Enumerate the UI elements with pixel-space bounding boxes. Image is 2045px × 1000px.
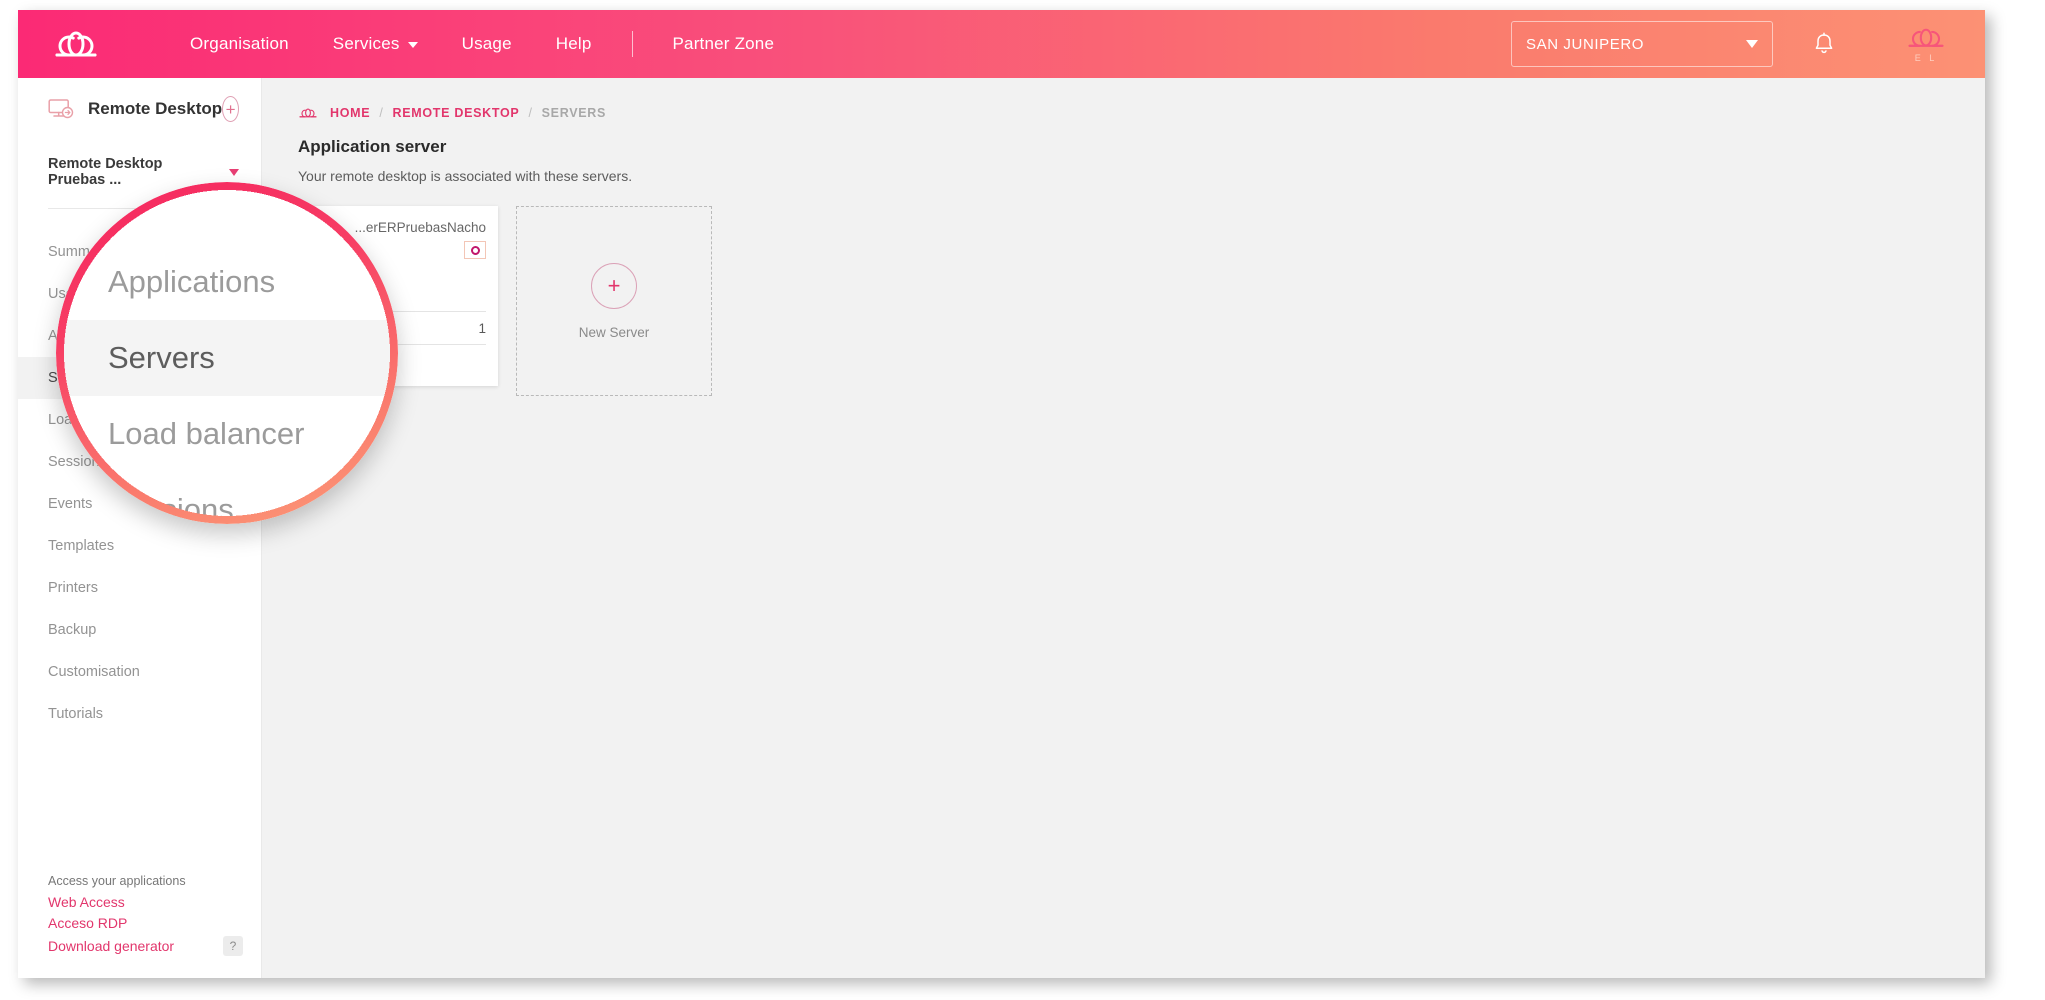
sidebar-link-download-generator[interactable]: Download generator [48, 938, 174, 954]
sidebar-item-label: Customisation [48, 664, 140, 680]
breadcrumb-remote-desktop[interactable]: REMOTE DESKTOP [393, 106, 520, 120]
sidebar-title: Remote Desktop [88, 99, 223, 118]
main-content: HOME / REMOTE DESKTOP / SERVERS Applicat… [262, 78, 1985, 978]
help-badge-icon[interactable]: ? [223, 936, 243, 956]
organisation-selector-value: SAN JUNIPERO [1526, 35, 1645, 53]
cloud-icon [298, 107, 318, 120]
partner-corner-logo: E L [1885, 18, 1967, 70]
nav-label: Help [555, 34, 592, 53]
nav-item-help[interactable]: Help [534, 28, 614, 60]
sidebar-footer-last-row: Download generator ? [48, 936, 243, 956]
sidebar-link-web-access[interactable]: Web Access [48, 894, 243, 910]
magnifier-content: Applications Servers Load balancer Sessions [56, 182, 398, 524]
breadcrumb: HOME / REMOTE DESKTOP / SERVERS [298, 106, 1985, 120]
new-server-label: New Server [578, 324, 650, 340]
nav-label: Organisation [190, 34, 289, 53]
page-title: Application server [298, 137, 447, 156]
top-navigation-bar: Organisation Services Usage Help Partner… [18, 10, 1985, 78]
nav-label: Usage [461, 34, 512, 53]
sidebar-link-acceso-rdp[interactable]: Acceso RDP [48, 915, 243, 931]
chevron-down-icon [407, 42, 418, 48]
plus-icon: + [225, 99, 236, 119]
nav-divider [631, 31, 633, 57]
new-server-card[interactable]: + New Server [516, 206, 712, 396]
sidebar-item-label: Printers [48, 580, 98, 596]
workspace-selector-value: Remote Desktop Pruebas ... [48, 156, 163, 188]
organisation-selector[interactable]: SAN JUNIPERO [1511, 21, 1773, 67]
magnifier-item-load-balancer[interactable]: Load balancer [56, 396, 398, 472]
sidebar-item-customisation[interactable]: Customisation [18, 651, 261, 693]
sidebar-header: Remote Desktop + [18, 78, 261, 140]
breadcrumb-separator: / [379, 106, 384, 120]
breadcrumb-servers: SERVERS [541, 106, 607, 120]
cloud-logo-icon[interactable] [48, 24, 104, 64]
add-remote-desktop-button[interactable]: + [222, 96, 239, 122]
sidebar-item-printers[interactable]: Printers [18, 567, 261, 609]
sidebar-item-backup[interactable]: Backup [18, 609, 261, 651]
magnifier-item-label: Load balancer [108, 416, 305, 451]
sidebar-footer-label: Access your applications [48, 874, 186, 888]
nav-item-usage[interactable]: Usage [440, 28, 534, 60]
nav-item-partner-zone[interactable]: Partner Zone [651, 28, 797, 60]
nav-item-organisation[interactable]: Organisation [168, 28, 311, 60]
plus-icon: + [591, 262, 637, 309]
server-card-grid: ...erERPruebasNacho 1 + New Server [298, 206, 1985, 396]
app-window: Organisation Services Usage Help Partner… [18, 10, 1985, 978]
nav-label: Partner Zone [672, 34, 775, 53]
magnifier-item-applications[interactable]: Applications [56, 244, 398, 320]
status-dot [470, 245, 480, 255]
breadcrumb-home[interactable]: HOME [330, 106, 370, 120]
remote-desktop-icon [48, 98, 74, 120]
breadcrumb-separator: / [528, 106, 533, 120]
sidebar-item-tutorials[interactable]: Tutorials [18, 693, 261, 735]
notification-bell-icon[interactable] [1813, 32, 1835, 56]
power-status-icon[interactable] [464, 241, 486, 259]
chevron-down-icon [229, 168, 239, 176]
sidebar-footer: Access your applications Web Access Acce… [18, 874, 261, 956]
plus-glyph: + [607, 272, 621, 298]
magnifier-item-servers[interactable]: Servers [56, 320, 398, 396]
sidebar-item-templates[interactable]: Templates [18, 525, 261, 567]
chevron-down-icon [1746, 40, 1758, 48]
sidebar-item-label: Events [48, 496, 93, 512]
nav-label: Services [332, 34, 400, 53]
magnifier-item-label: Applications [108, 264, 276, 299]
topbar-right-group: SAN JUNIPERO E L [1511, 18, 1985, 70]
magnifier-item-label: Servers [108, 340, 215, 375]
page-subtitle: Your remote desktop is associated with t… [298, 168, 633, 184]
sidebar-item-label: Tutorials [48, 706, 104, 722]
sidebar-item-label: Backup [48, 622, 97, 638]
sidebar-item-label: Templates [48, 538, 115, 554]
nav-item-services[interactable]: Services [311, 28, 440, 60]
magnifier-lens: Applications Servers Load balancer Sessions [56, 182, 398, 524]
partner-corner-logo-text: E L [1914, 53, 1938, 63]
main-nav: Organisation Services Usage Help Partner… [168, 28, 796, 60]
